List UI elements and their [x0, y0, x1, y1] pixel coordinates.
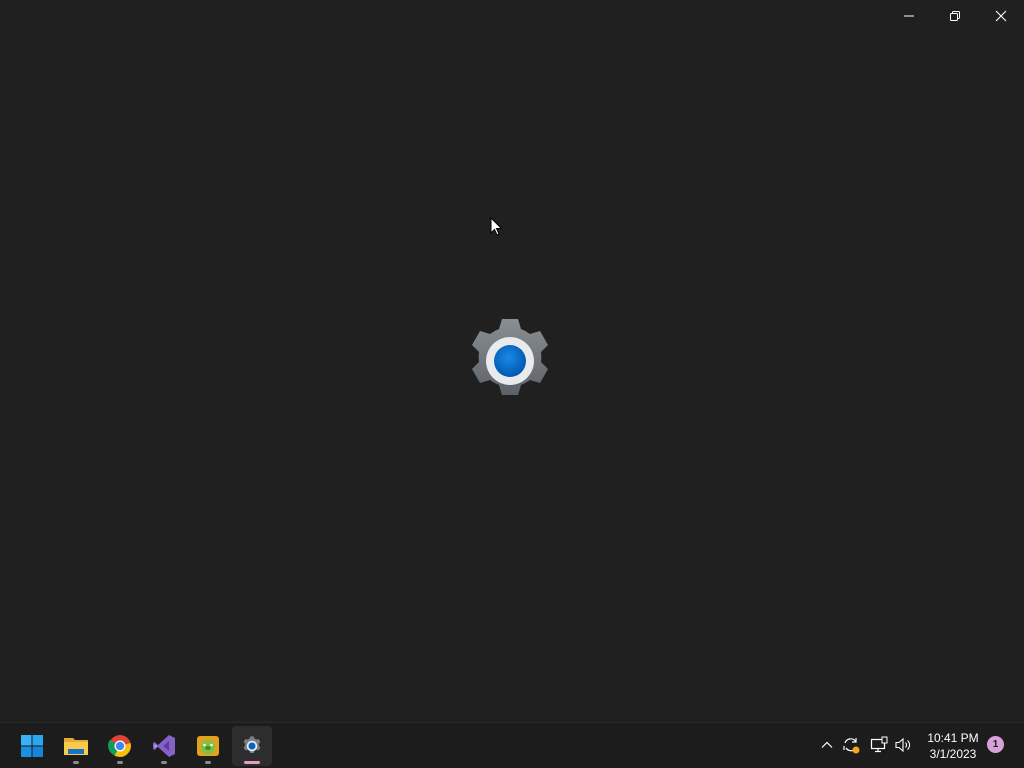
taskbar: 10:41 PM 3/1/2023 [0, 722, 1024, 768]
minimize-button[interactable] [886, 0, 932, 32]
restore-icon [950, 11, 960, 21]
file-explorer-icon [64, 738, 88, 755]
start-button[interactable] [12, 726, 52, 766]
game-app-icon [197, 736, 219, 756]
sync-update-icon [843, 738, 860, 754]
window-controls [886, 0, 1024, 32]
visual-studio-icon [153, 735, 175, 757]
restore-button[interactable] [932, 0, 978, 32]
start-windows-icon [21, 735, 43, 757]
settings-gear-icon [472, 319, 548, 395]
settings-icon [243, 736, 261, 754]
settings-window [0, 0, 1024, 722]
volume-tray-button[interactable] [893, 735, 913, 755]
mouse-cursor-icon [490, 217, 503, 236]
taskbar-settings[interactable] [232, 726, 272, 766]
running-indicator [161, 761, 167, 764]
close-icon [995, 10, 1007, 22]
taskbar-game-app[interactable] [188, 726, 228, 766]
clock-date: 3/1/2023 [929, 747, 977, 761]
running-indicator [205, 761, 211, 764]
running-indicator [117, 761, 123, 764]
taskbar-visual-studio[interactable] [144, 726, 184, 766]
chrome-icon [108, 735, 131, 757]
minimize-icon [904, 15, 914, 17]
running-indicator [73, 761, 79, 764]
sync-update-tray-button[interactable] [841, 735, 861, 755]
notification-center-badge[interactable]: 1 [987, 736, 1004, 753]
network-tray-button[interactable] [869, 735, 889, 755]
close-button[interactable] [978, 0, 1024, 32]
chevron-up-icon [821, 741, 833, 748]
taskbar-file-explorer[interactable] [56, 726, 96, 766]
taskbar-chrome[interactable] [100, 726, 140, 766]
active-indicator [244, 761, 260, 764]
network-icon [870, 736, 888, 753]
show-hidden-icons-button[interactable] [817, 735, 837, 755]
volume-icon [895, 737, 910, 753]
taskbar-clock[interactable]: 10:41 PM 3/1/2023 [922, 730, 984, 762]
clock-time: 10:41 PM [927, 731, 979, 745]
